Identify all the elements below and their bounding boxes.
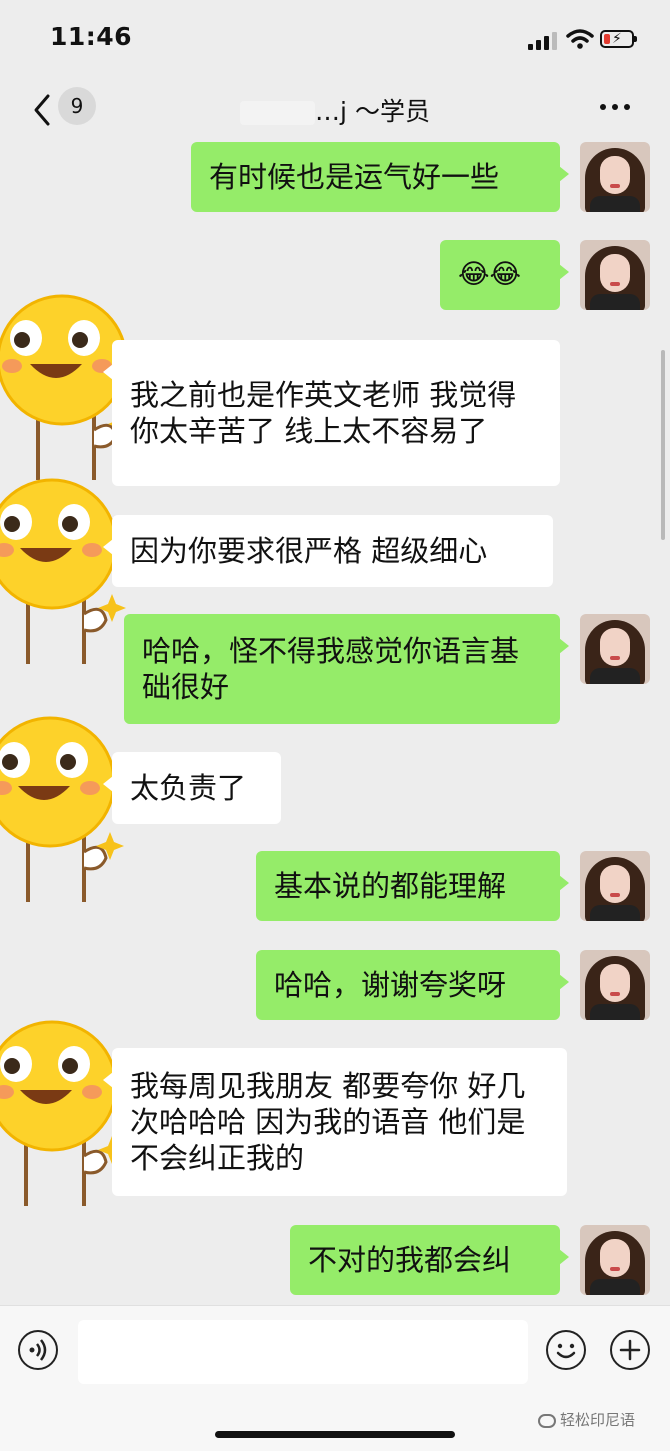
my-avatar[interactable]: [580, 950, 650, 1020]
message-text: 不对的我都会纠: [308, 1243, 512, 1277]
message-text: 哈哈，谢谢夸奖呀: [274, 968, 507, 1002]
message-bubble-received[interactable]: 因为你要求很严格 超级细心: [103, 515, 553, 587]
message-bubble-sent[interactable]: 哈哈，怪不得我感觉你语言基础很好: [124, 614, 569, 724]
chat-title: …j ～学员: [0, 92, 670, 128]
status-time: 11:46: [50, 22, 133, 51]
message-text: 哈哈，怪不得我感觉你语言基础很好: [142, 634, 520, 704]
message-bubble-sent[interactable]: 基本说的都能理解: [256, 851, 569, 921]
message-text: 因为你要求很严格 超级细心: [130, 534, 488, 568]
my-avatar[interactable]: [580, 1225, 650, 1295]
message-bubble-received[interactable]: 我之前也是作英文老师 我觉得 你太辛苦了 线上太不容易了: [103, 340, 560, 486]
emoji-button[interactable]: [546, 1330, 586, 1370]
home-indicator[interactable]: [215, 1431, 455, 1438]
more-button[interactable]: [600, 104, 630, 110]
input-toolbar: 轻松印尼语: [0, 1305, 670, 1451]
message-text: 太负责了: [130, 771, 247, 805]
scrollbar[interactable]: [661, 350, 665, 540]
cellular-signal-icon: [528, 32, 557, 50]
my-avatar[interactable]: [580, 614, 650, 684]
wechat-icon: [538, 1413, 556, 1428]
status-bar: 11:46 ⚡: [0, 0, 670, 80]
watermark-text: 轻松印尼语: [560, 1411, 636, 1429]
my-avatar[interactable]: [580, 142, 650, 212]
more-icon: [600, 104, 606, 110]
message-text: 有时候也是运气好一些: [209, 160, 500, 194]
message-bubble-received[interactable]: 太负责了: [103, 752, 281, 824]
message-bubble-sent[interactable]: 哈哈，谢谢夸奖呀: [256, 950, 569, 1020]
plus-icon: [619, 1339, 640, 1360]
message-bubble-sent[interactable]: 不对的我都会纠: [290, 1225, 569, 1295]
battery-icon: ⚡: [600, 30, 637, 48]
message-input[interactable]: [78, 1320, 528, 1384]
voice-icon: [29, 1338, 46, 1361]
my-avatar[interactable]: [580, 851, 650, 921]
message-bubble-received[interactable]: 我每周见我朋友 都要夸你 好几次哈哈哈 因为我的语音 他们是不会纠正我的: [103, 1048, 567, 1196]
redacted-name: [240, 101, 316, 125]
message-text: 基本说的都能理解: [274, 869, 507, 903]
chat-title-text: …j ～学员: [315, 97, 430, 126]
message-text: 我之前也是作英文老师 我觉得 你太辛苦了 线上太不容易了: [130, 378, 517, 448]
message-text: 我每周见我朋友 都要夸你 好几次哈哈哈 因为我的语音 他们是不会纠正我的: [130, 1069, 526, 1175]
message-list[interactable]: 有时候也是运气好一些 😂😂 我之前也是作英文老师 我觉得 你太辛苦了 线上太不容…: [0, 142, 670, 1305]
emoji-icon: [556, 1343, 575, 1358]
voice-button[interactable]: [18, 1330, 58, 1370]
message-bubble-sent[interactable]: 😂😂: [440, 240, 569, 310]
more-actions-button[interactable]: [610, 1330, 650, 1370]
message-text: 😂😂: [458, 259, 522, 290]
chat-header: 9 …j ～学员: [0, 80, 670, 142]
my-avatar[interactable]: [580, 240, 650, 310]
wifi-icon: [566, 29, 594, 49]
message-bubble-sent[interactable]: 有时候也是运气好一些: [191, 142, 569, 212]
watermark: 轻松印尼语: [538, 1409, 635, 1430]
